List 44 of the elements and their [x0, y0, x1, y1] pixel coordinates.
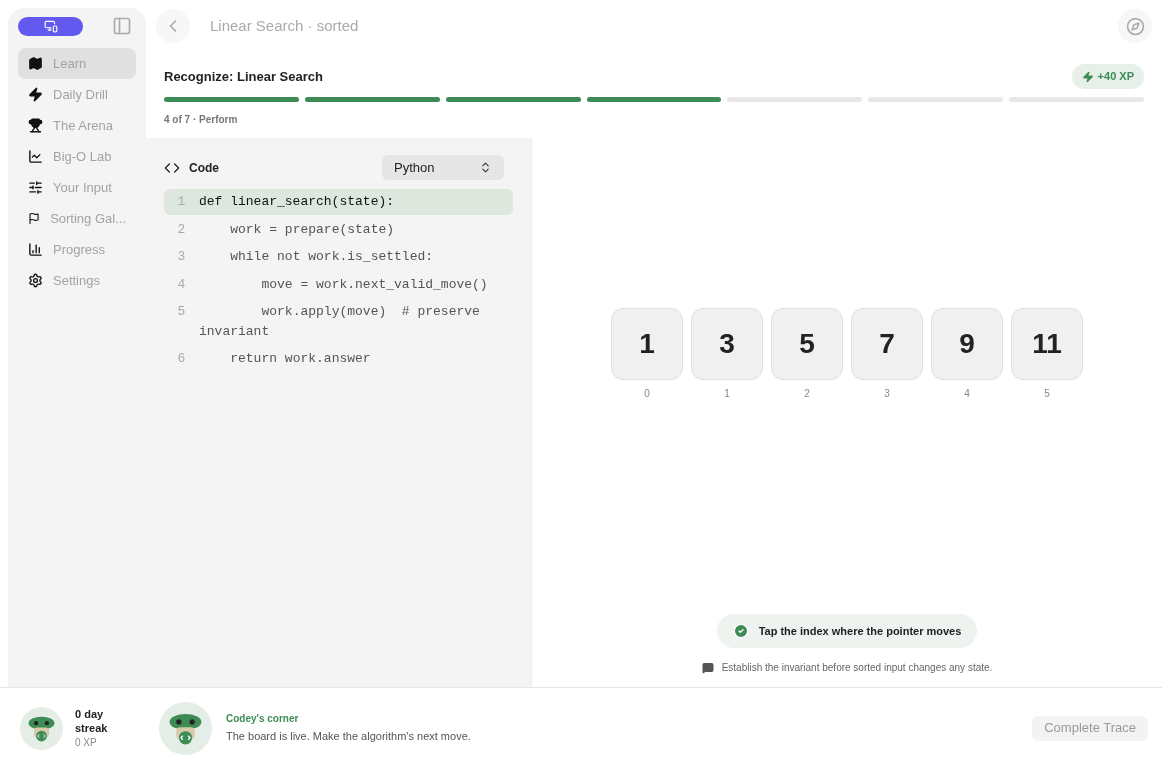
prompt-text: Tap the index where the pointer moves	[758, 623, 962, 639]
line-number: 5	[176, 303, 187, 321]
sidebar-item[interactable]: Big-O Lab	[18, 141, 136, 172]
language-select[interactable]: Python	[382, 155, 504, 180]
sidebar-item[interactable]: Progress	[18, 234, 136, 265]
code-text: work.apply(move) # preserve invariant	[199, 303, 481, 341]
array-cell[interactable]: 5	[771, 308, 843, 380]
index-label: 4	[964, 387, 970, 401]
hint-text: Establish the invariant before sorted input changes any state.	[721, 661, 993, 675]
array-cell[interactable]: 7	[851, 308, 923, 380]
corner-title: Codey's corner	[226, 712, 300, 727]
code-text: move = work.next_valid_move()	[260, 275, 489, 294]
step-label: 4 of 7 · Perform	[164, 113, 239, 127]
code-heading: Code	[189, 159, 219, 177]
sidebar-item[interactable]: The Arena	[18, 110, 136, 141]
line-number: 1	[176, 193, 187, 211]
line-number: 6	[176, 350, 187, 368]
line-number: 2	[176, 220, 187, 239]
sidebar-item[interactable]: Your Input	[18, 172, 136, 203]
index-label: 1	[724, 387, 730, 401]
array-cell[interactable]: 9	[931, 308, 1003, 380]
sidebar-item[interactable]: Sorting Gal...	[18, 203, 136, 234]
streak-text: 0 day streak	[75, 706, 109, 735]
streak-xp: 0 XP	[75, 735, 98, 750]
index-label: 3	[884, 387, 890, 401]
code-text: def linear_search(state):	[199, 193, 396, 211]
sidebar-item[interactable]: Learn	[18, 48, 136, 79]
index-label: 5	[1044, 387, 1050, 401]
lesson-title: Recognize: Linear Search	[164, 67, 323, 86]
array-cell[interactable]: 3	[691, 308, 763, 380]
array-cell[interactable]: 1	[611, 308, 683, 380]
index-label: 0	[644, 387, 650, 401]
page-title: Linear Search · sorted	[210, 15, 359, 36]
index-label: 2	[804, 387, 810, 401]
array-cell[interactable]: 11	[1011, 308, 1083, 380]
code-text: while not work.is_settled:	[229, 248, 435, 266]
code-text: work = prepare(state)	[229, 220, 396, 239]
code-text: return work.answer	[229, 350, 372, 368]
sidebar-item[interactable]: Settings	[18, 265, 136, 296]
sidebar-item[interactable]: Daily Drill	[18, 79, 136, 110]
line-number: 3	[176, 248, 187, 266]
corner-message: The board is live. Make the algorithm's next move.	[226, 729, 471, 745]
line-number: 4	[176, 275, 187, 294]
xp-badge: +40 XP	[1071, 64, 1144, 89]
